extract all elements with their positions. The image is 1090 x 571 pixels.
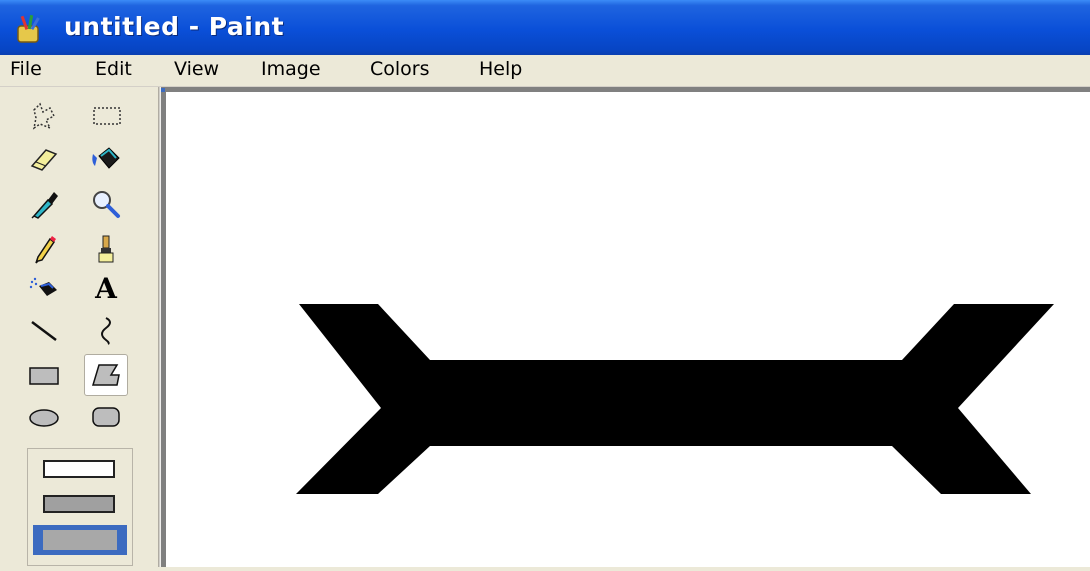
fill-option-outline[interactable] bbox=[43, 460, 115, 478]
menu-file[interactable]: File bbox=[8, 58, 44, 80]
ellipse-icon bbox=[29, 409, 59, 427]
select-tool[interactable] bbox=[86, 97, 126, 135]
line-icon bbox=[31, 321, 57, 341]
canvas-drawing bbox=[296, 304, 1054, 494]
polygon-tool[interactable] bbox=[84, 354, 128, 396]
fill-option-fill-only bbox=[43, 530, 117, 550]
paint-bucket-icon bbox=[92, 147, 120, 169]
rectangle-select-icon bbox=[93, 107, 121, 125]
eraser-tool[interactable] bbox=[24, 139, 64, 177]
brush-icon bbox=[98, 235, 114, 263]
toolbox: A bbox=[0, 87, 158, 567]
line-tool[interactable] bbox=[24, 311, 64, 349]
pencil-tool[interactable] bbox=[24, 230, 64, 268]
paint-app-icon[interactable] bbox=[14, 14, 44, 44]
drawn-polygon-shape bbox=[296, 304, 1054, 494]
curve-tool[interactable] bbox=[86, 311, 126, 349]
window-title: untitled - Paint bbox=[64, 12, 285, 41]
rectangle-icon bbox=[29, 367, 59, 385]
eyedropper-icon bbox=[31, 192, 58, 219]
rectangle-tool[interactable] bbox=[24, 356, 64, 394]
canvas-workspace bbox=[161, 87, 1090, 567]
polygon-icon bbox=[91, 364, 120, 386]
fill-with-color-tool[interactable] bbox=[86, 139, 126, 177]
pencil-icon bbox=[35, 236, 56, 264]
canvas-resize-handle[interactable] bbox=[161, 88, 165, 92]
eraser-icon bbox=[30, 149, 58, 171]
menu-image[interactable]: Image bbox=[259, 58, 323, 80]
menu-view[interactable]: View bbox=[172, 58, 221, 80]
menu-colors[interactable]: Colors bbox=[368, 58, 432, 80]
free-form-select-tool[interactable] bbox=[24, 97, 64, 135]
fill-option-fill-only-selected[interactable] bbox=[33, 525, 127, 555]
fill-option-outline-and-fill[interactable] bbox=[43, 495, 115, 513]
fill-style-options bbox=[27, 448, 133, 566]
title-bar[interactable]: untitled - Paint bbox=[0, 0, 1090, 55]
magnifier-tool[interactable] bbox=[86, 185, 126, 223]
menu-edit[interactable]: Edit bbox=[93, 58, 134, 80]
menu-help[interactable]: Help bbox=[477, 58, 524, 80]
drawing-canvas[interactable] bbox=[166, 92, 1090, 567]
free-form-select-icon bbox=[32, 102, 56, 130]
rounded-rectangle-icon bbox=[92, 407, 120, 427]
text-tool[interactable]: A bbox=[86, 269, 126, 307]
airbrush-tool[interactable] bbox=[24, 269, 64, 307]
rounded-rectangle-tool[interactable] bbox=[86, 398, 126, 436]
text-icon: A bbox=[95, 271, 117, 305]
pick-color-tool[interactable] bbox=[24, 185, 64, 223]
brush-tool[interactable] bbox=[86, 230, 126, 268]
curve-icon bbox=[101, 317, 111, 345]
airbrush-icon bbox=[29, 277, 57, 296]
menu-bar: File Edit View Image Colors Help bbox=[0, 55, 1090, 87]
ellipse-tool[interactable] bbox=[24, 398, 64, 436]
magnifier-icon bbox=[93, 191, 120, 218]
